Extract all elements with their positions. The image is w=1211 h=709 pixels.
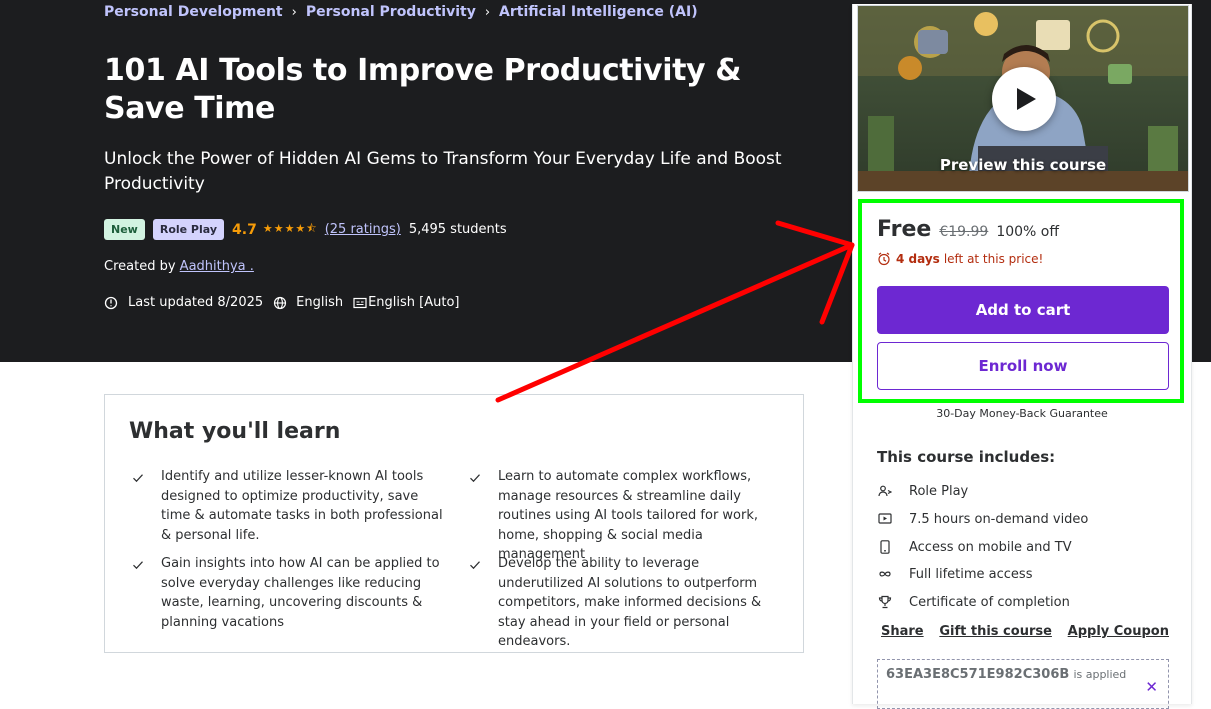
coupon-code: 63EA3E8C571E982C306B	[886, 667, 1070, 682]
rating-stars-icon: ★★★★⯪	[262, 222, 318, 235]
add-to-cart-button[interactable]: Add to cart	[877, 286, 1169, 334]
learn-item: Learn to automate complex workflows, man…	[498, 469, 759, 562]
includes-item: Access on mobile and TV	[877, 539, 1072, 555]
last-updated: Last updated 8/2025	[128, 295, 264, 310]
what-youll-learn: What you'll learn Identify and utilize l…	[104, 394, 804, 653]
current-price: Free	[877, 217, 932, 242]
chevron-right-icon: ›	[291, 4, 297, 20]
remove-coupon-icon[interactable]: ✕	[1145, 678, 1158, 696]
apply-coupon-link[interactable]: Apply Coupon	[1068, 624, 1169, 639]
applied-coupon: 63EA3E8C571E982C306B is applied ✕	[877, 659, 1169, 709]
timer-text: left at this price!	[943, 252, 1044, 266]
course-preview[interactable]: Preview this course	[857, 5, 1189, 192]
coupon-status: is applied	[1073, 668, 1127, 681]
timer-days: 4 days	[896, 252, 940, 266]
enroll-now-button[interactable]: Enroll now	[877, 342, 1169, 390]
original-price: €19.99	[939, 224, 989, 240]
infinity-icon	[877, 566, 893, 582]
includes-item-label: 7.5 hours on-demand video	[909, 511, 1089, 527]
breadcrumb-personal-development[interactable]: Personal Development	[104, 4, 283, 20]
trophy-icon	[877, 594, 893, 610]
play-icon	[1017, 88, 1036, 110]
created-by-label: Created by	[104, 259, 176, 274]
alarm-clock-icon	[878, 252, 890, 266]
alert-clock-icon	[104, 296, 118, 310]
price-timer: 4 days left at this price!	[877, 252, 1043, 266]
role-play-icon	[877, 483, 893, 499]
new-badge: New	[104, 219, 145, 240]
breadcrumb-personal-productivity[interactable]: Personal Productivity	[306, 4, 476, 20]
gift-course-link[interactable]: Gift this course	[939, 624, 1052, 639]
purchase-sidebar: Preview this course Free €19.99 100% off…	[852, 4, 1192, 709]
learn-item: Gain insights into how AI can be applied…	[161, 556, 440, 630]
breadcrumb: Personal Development › Personal Producti…	[104, 4, 698, 20]
includes-item-label: Certificate of completion	[909, 594, 1070, 610]
instructor-link[interactable]: Aadhithya .	[180, 259, 254, 274]
learn-item: Develop the ability to leverage underuti…	[498, 556, 762, 649]
captions-icon	[353, 297, 367, 309]
share-link[interactable]: Share	[881, 624, 924, 639]
mobile-icon	[877, 539, 893, 555]
includes-item: Full lifetime access	[877, 566, 1032, 582]
includes-item: Certificate of completion	[877, 594, 1070, 610]
created-by: Created by Aadhithya .	[104, 259, 254, 274]
course-meta: New Role Play 4.7 ★★★★⯪ (25 ratings) 5,4…	[104, 219, 507, 240]
chevron-right-icon: ›	[484, 4, 491, 20]
discount-percent: 100% off	[996, 224, 1059, 240]
breadcrumb-ai[interactable]: Artificial Intelligence (AI)	[499, 4, 698, 20]
check-icon	[133, 561, 143, 570]
includes-item: 7.5 hours on-demand video	[877, 511, 1088, 527]
learn-item: Identify and utilize lesser-known AI too…	[161, 469, 443, 543]
includes-item-label: Role Play	[909, 483, 969, 499]
includes-item-label: Access on mobile and TV	[909, 539, 1072, 555]
sidebar-links: Share Gift this course Apply Coupon	[881, 624, 1169, 639]
play-button[interactable]	[992, 67, 1056, 131]
ratings-count-link[interactable]: (25 ratings)	[325, 222, 401, 237]
course-captions: English [Auto]	[368, 295, 460, 310]
preview-label: Preview this course	[939, 156, 1107, 174]
course-info-row: Last updated 8/2025 English English [Aut…	[104, 295, 460, 310]
students-count: 5,495 students	[408, 222, 507, 237]
check-icon	[470, 561, 480, 570]
course-language: English	[296, 295, 344, 310]
learn-title: What you'll learn	[129, 419, 341, 444]
video-icon	[877, 511, 893, 527]
globe-icon	[273, 296, 287, 310]
rating-value: 4.7	[232, 221, 257, 238]
course-title: 101 AI Tools to Improve Productivity & S…	[104, 53, 741, 126]
course-subtitle: Unlock the Power of Hidden AI Gems to Tr…	[104, 149, 782, 194]
includes-item-label: Full lifetime access	[909, 566, 1033, 582]
includes-title: This course includes:	[877, 448, 1056, 466]
check-icon	[133, 474, 143, 483]
role-play-badge: Role Play	[152, 219, 225, 240]
includes-item: Role Play	[877, 483, 968, 499]
money-back-guarantee: 30-Day Money-Back Guarantee	[936, 407, 1108, 420]
price-row: Free €19.99 100% off	[877, 217, 1059, 242]
check-icon	[470, 474, 480, 483]
